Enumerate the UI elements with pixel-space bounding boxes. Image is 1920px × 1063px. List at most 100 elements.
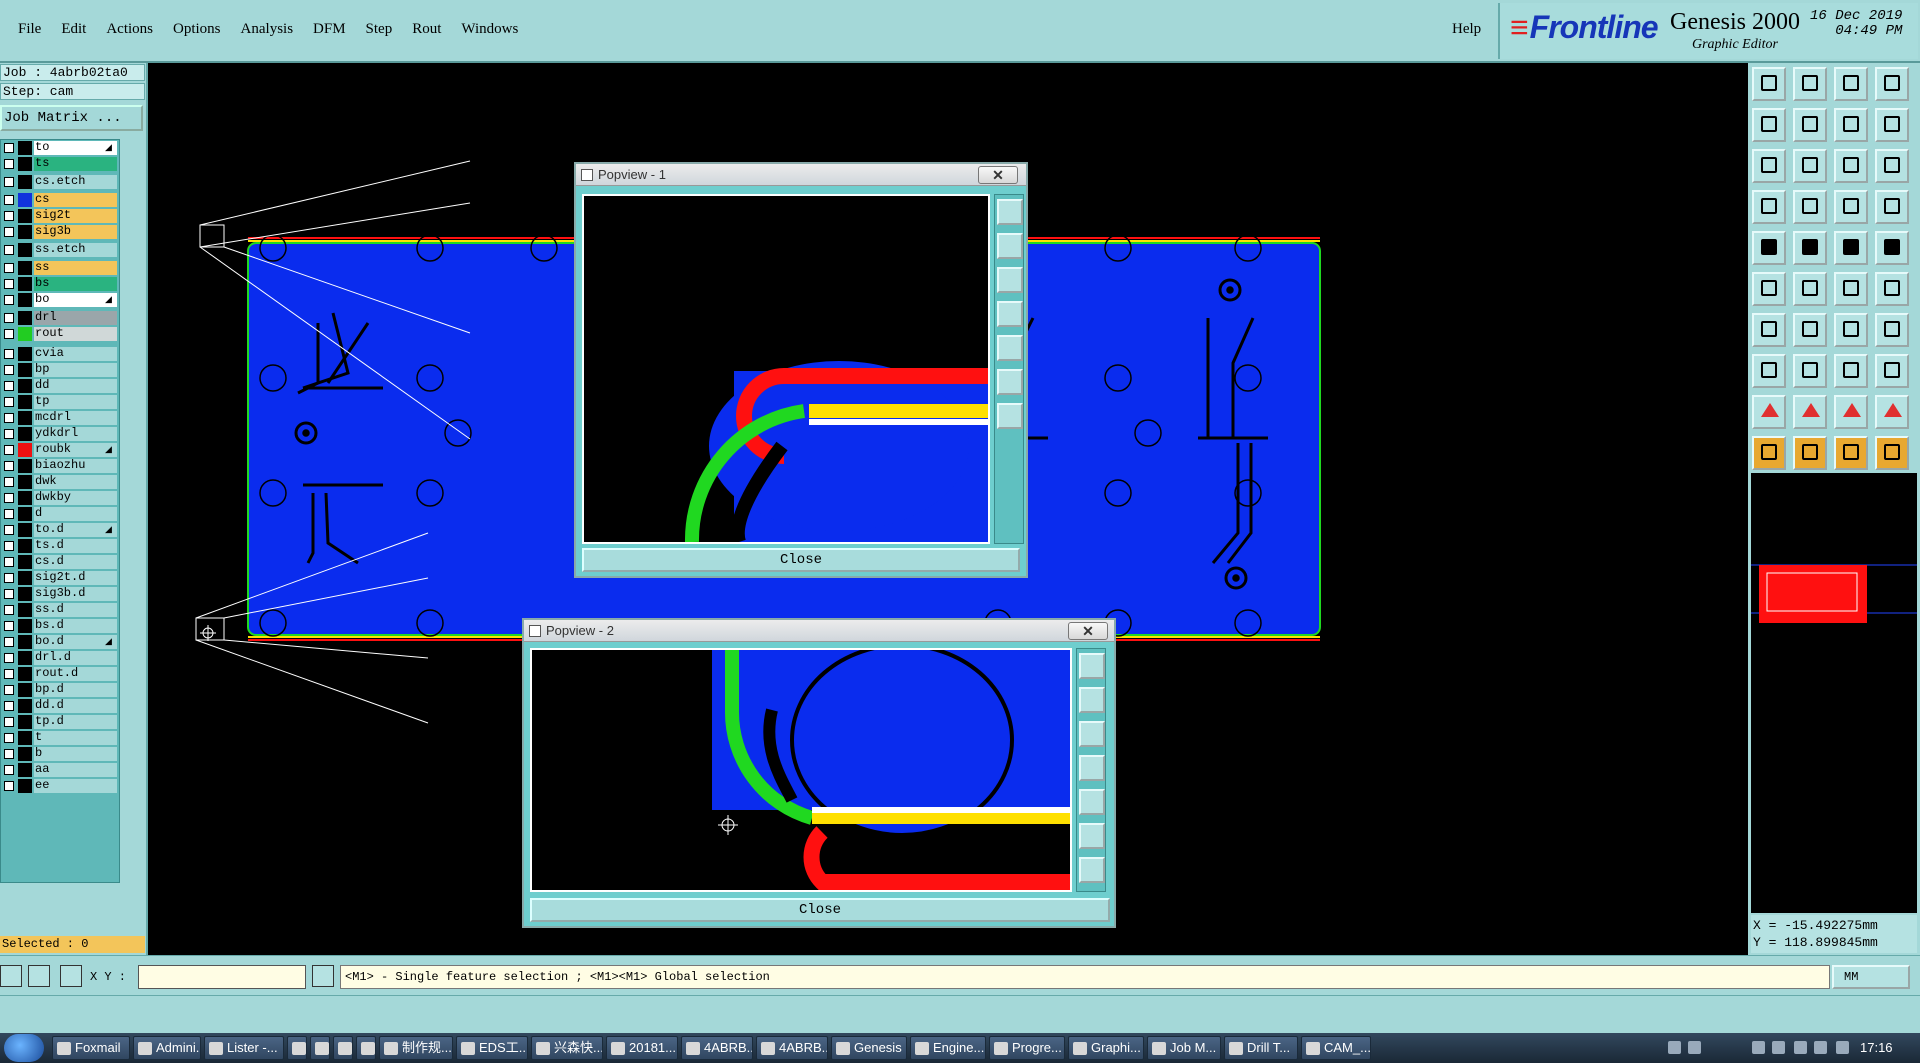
layer-checkbox[interactable] <box>4 701 14 711</box>
measure-mode-icon[interactable] <box>28 965 50 987</box>
popview-2-canvas[interactable] <box>530 648 1072 892</box>
zoom-home-icon[interactable] <box>1752 67 1786 101</box>
layer-row-bo.d[interactable]: bo.d ◢ <box>1 635 119 649</box>
layer-row-aa[interactable]: aa <box>1 763 119 777</box>
measure-icon[interactable] <box>1834 231 1868 265</box>
select-icon[interactable] <box>1793 436 1827 470</box>
menu-file[interactable]: File <box>8 21 51 38</box>
layer-row-ss.etch[interactable]: ss.etch <box>1 243 119 257</box>
popview-2-close-x[interactable]: ✕ <box>1068 622 1108 640</box>
layer-checkbox[interactable] <box>4 717 14 727</box>
taskbar-item-3[interactable] <box>287 1036 307 1060</box>
layer-checkbox[interactable] <box>4 429 14 439</box>
menu-actions[interactable]: Actions <box>96 21 163 38</box>
layer-name[interactable]: drl.d <box>34 651 117 665</box>
popview-2-pan-down-icon[interactable] <box>1079 721 1105 747</box>
popview-2-pan-up-icon[interactable] <box>1079 687 1105 713</box>
layer-checkbox[interactable] <box>4 733 14 743</box>
layer-checkbox[interactable] <box>4 749 14 759</box>
layer-name[interactable]: b <box>34 747 117 761</box>
xy-input[interactable] <box>138 965 306 989</box>
layer-row-ts[interactable]: ts <box>1 157 119 171</box>
move-right-icon[interactable] <box>1793 108 1827 142</box>
popview-2-pan-left-icon[interactable] <box>1079 755 1105 781</box>
taskbar-item-9[interactable]: 兴森快... <box>531 1036 603 1060</box>
layer-name[interactable]: dd.d <box>34 699 117 713</box>
layer-row-ss[interactable]: ss <box>1 261 119 275</box>
layer-name[interactable]: d <box>34 507 117 521</box>
pad-icon[interactable] <box>1752 231 1786 265</box>
layer-checkbox[interactable] <box>4 685 14 695</box>
layer-name[interactable]: dwkby <box>34 491 117 505</box>
popview-2-center-icon[interactable] <box>1079 857 1105 883</box>
layer-row-ss.d[interactable]: ss.d <box>1 603 119 617</box>
layer-row-tp.d[interactable]: tp.d <box>1 715 119 729</box>
menu-dfm[interactable]: DFM <box>303 21 356 38</box>
layer-name[interactable]: t <box>34 731 117 745</box>
layer-row-cs.etch[interactable]: cs.etch <box>1 175 119 189</box>
minus-icon[interactable] <box>1793 354 1827 388</box>
layer-row-sig3b[interactable]: sig3b <box>1 225 119 239</box>
layer-name[interactable]: cs.d <box>34 555 117 569</box>
layer-checkbox[interactable] <box>4 477 14 487</box>
layer-row-mcdrl[interactable]: mcdrl <box>1 411 119 425</box>
menu-windows[interactable]: Windows <box>451 21 528 38</box>
fit-icon[interactable] <box>1752 149 1786 183</box>
layer-row-sig2t.d[interactable]: sig2t.d <box>1 571 119 585</box>
layer-name[interactable]: dwk <box>34 475 117 489</box>
group-icon[interactable] <box>1875 354 1909 388</box>
layer-row-bs.d[interactable]: bs.d <box>1 619 119 633</box>
node-icon[interactable] <box>1834 354 1868 388</box>
layer-row-drl.d[interactable]: drl.d <box>1 651 119 665</box>
popview-1-pan-up-icon[interactable] <box>997 233 1023 259</box>
layer-name[interactable]: ts.d <box>34 539 117 553</box>
layer-name[interactable]: rout.d <box>34 667 117 681</box>
layer-checkbox[interactable] <box>4 765 14 775</box>
layer-row-bo[interactable]: bo ◢ <box>1 293 119 307</box>
layer-checkbox[interactable] <box>4 445 14 455</box>
home-icon[interactable] <box>1834 67 1868 101</box>
layer-name[interactable]: cs <box>34 193 117 207</box>
popview-2-close-button[interactable]: Close <box>530 898 1110 922</box>
undo-icon[interactable] <box>1834 108 1868 142</box>
layer-row-bp[interactable]: bp <box>1 363 119 377</box>
taskbar-item-16[interactable]: Graphi... <box>1068 1036 1144 1060</box>
layer-row-sig2t[interactable]: sig2t <box>1 209 119 223</box>
layer-row-drl[interactable]: drl <box>1 311 119 325</box>
layer-checkbox[interactable] <box>4 263 14 273</box>
layer-row-to[interactable]: to ◢ <box>1 141 119 155</box>
pencil-icon[interactable] <box>1875 272 1909 306</box>
layer-checkbox[interactable] <box>4 279 14 289</box>
taskbar-item-19[interactable]: CAM_... <box>1301 1036 1371 1060</box>
layer-row-bs[interactable]: bs <box>1 277 119 291</box>
layer-name[interactable]: ss.etch <box>34 243 117 257</box>
taskbar-item-13[interactable]: Genesis <box>831 1036 907 1060</box>
scale-1-2-icon[interactable] <box>1834 149 1868 183</box>
grid-icon[interactable] <box>1793 190 1827 224</box>
menu-options[interactable]: Options <box>163 21 231 38</box>
layer-row-t[interactable]: t <box>1 731 119 745</box>
xy-apply-icon[interactable] <box>312 965 334 987</box>
layer-checkbox[interactable] <box>4 397 14 407</box>
center-icon[interactable] <box>1793 149 1827 183</box>
layer-checkbox[interactable] <box>4 295 14 305</box>
layer-name[interactable]: sig2t.d <box>34 571 117 585</box>
layer-row-tp[interactable]: tp <box>1 395 119 409</box>
snap-mode-icon[interactable] <box>0 965 22 987</box>
popview-1-pan-down-icon[interactable] <box>997 267 1023 293</box>
layer-row-to.d[interactable]: to.d ◢ <box>1 523 119 537</box>
layer-name[interactable]: tp.d <box>34 715 117 729</box>
popview-1-zoom-in-icon[interactable] <box>997 199 1023 225</box>
layer-name[interactable]: rout <box>34 327 117 341</box>
layer-checkbox[interactable] <box>4 541 14 551</box>
layer-row-biaozhu[interactable]: biaozhu <box>1 459 119 473</box>
snap-icon[interactable] <box>1752 354 1786 388</box>
tray-help-icon[interactable] <box>1688 1041 1701 1054</box>
layer-checkbox[interactable] <box>4 177 14 187</box>
job-matrix-button[interactable]: Job Matrix ... <box>0 105 143 131</box>
layer-checkbox[interactable] <box>4 381 14 391</box>
popview-1-pan-left-icon[interactable] <box>997 301 1023 327</box>
layer-row-d[interactable]: d <box>1 507 119 521</box>
popview-1-pan-right-icon[interactable] <box>997 335 1023 361</box>
select-net-icon[interactable] <box>1875 436 1909 470</box>
